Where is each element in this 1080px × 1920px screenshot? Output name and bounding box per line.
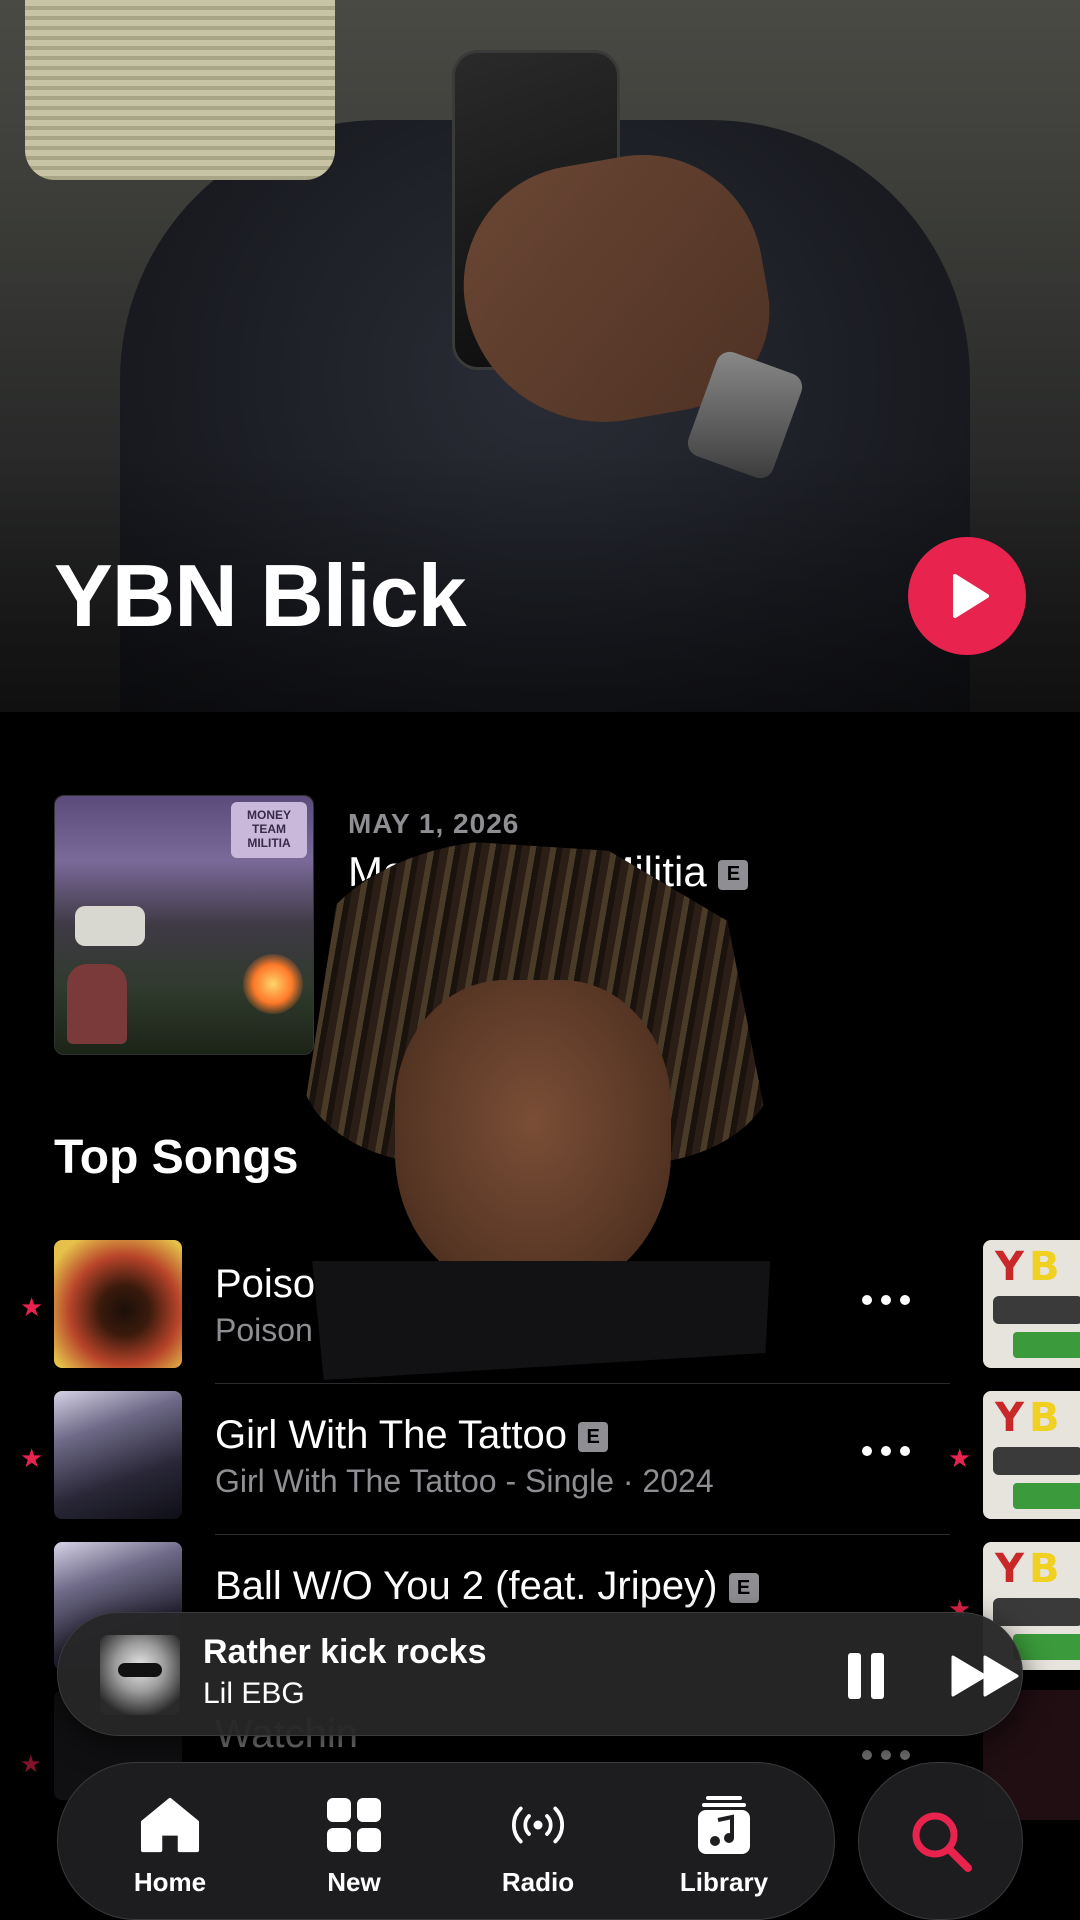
song-row[interactable]: ★ Girl With The Tattoo E Girl With The T…: [0, 1391, 1080, 1535]
explicit-badge: E: [728, 1573, 759, 1604]
song-artwork-next-column[interactable]: YB: [983, 1391, 1080, 1519]
row-divider: [215, 1534, 950, 1535]
more-options-button[interactable]: [862, 1750, 910, 1760]
song-title: Girl With The Tattoo: [215, 1413, 567, 1457]
grid-icon: [324, 1795, 384, 1855]
mini-player[interactable]: Rather kick rocks Lil EBG: [57, 1612, 1023, 1736]
play-icon: [953, 574, 989, 618]
search-button[interactable]: [858, 1762, 1023, 1920]
artwork-car: [75, 906, 145, 946]
home-icon: [140, 1795, 200, 1855]
more-options-button[interactable]: [862, 1280, 910, 1320]
song-artwork-next-column[interactable]: YB: [983, 1240, 1080, 1368]
pause-button[interactable]: [848, 1653, 884, 1699]
search-icon: [912, 1812, 972, 1872]
song-subtitle: Poison: [215, 1312, 313, 1348]
latest-release-artwork[interactable]: MONEY TEAM MILITIA: [54, 795, 314, 1055]
artwork-title-text: MONEY TEAM MILITIA: [231, 802, 307, 858]
now-playing-track: Rather kick rocks: [203, 1633, 487, 1671]
artwork-fire: [243, 954, 303, 1014]
forward-icon[interactable]: [951, 1655, 1021, 1697]
library-icon: [694, 1795, 754, 1855]
now-playing-artist: Lil EBG: [203, 1677, 305, 1710]
song-artwork: [54, 1240, 182, 1368]
row-divider: [215, 1383, 950, 1384]
more-options-button[interactable]: [862, 1431, 910, 1471]
hero-photo-money: [25, 0, 335, 180]
now-playing-artwork: [100, 1635, 180, 1715]
song-title: Ball W/O You 2 (feat. Jripey): [215, 1564, 718, 1608]
song-title: Poiso: [215, 1262, 316, 1306]
explicit-badge: E: [578, 1422, 609, 1453]
song-title-row: Ball W/O You 2 (feat. Jripey) E: [215, 1564, 759, 1609]
explicit-badge: E: [718, 859, 749, 890]
song-artwork: [54, 1391, 182, 1519]
favorite-star-icon: ★: [20, 1751, 42, 1778]
tab-home[interactable]: Home: [110, 1795, 230, 1905]
tab-new[interactable]: New: [294, 1795, 414, 1905]
tab-radio[interactable]: Radio: [478, 1795, 598, 1905]
radio-icon: [508, 1795, 568, 1855]
play-artist-button[interactable]: [908, 537, 1026, 655]
tab-library[interactable]: Library: [664, 1795, 784, 1905]
song-title-row: Girl With The Tattoo E: [215, 1413, 609, 1458]
artwork-figure: [67, 964, 127, 1044]
artist-name: YBN Blick: [54, 546, 467, 645]
favorite-star-icon: ★: [20, 1443, 44, 1473]
favorite-star-icon: ★: [948, 1443, 972, 1473]
tab-label: Radio: [501, 1867, 575, 1897]
favorite-star-icon: ★: [20, 1292, 44, 1322]
release-date: MAY 1, 2026: [348, 808, 520, 839]
pause-icon: [848, 1653, 861, 1699]
tab-label: New: [327, 1867, 381, 1897]
tab-label: Library: [679, 1867, 769, 1897]
overlay-face-image: [300, 840, 775, 1380]
song-subtitle: Girl With The Tattoo - Single · 2024: [215, 1463, 714, 1499]
tab-bar: Home New Radio Library: [57, 1762, 835, 1920]
tab-label: Home: [133, 1867, 207, 1897]
top-songs-heading[interactable]: Top Songs: [54, 1130, 298, 1185]
